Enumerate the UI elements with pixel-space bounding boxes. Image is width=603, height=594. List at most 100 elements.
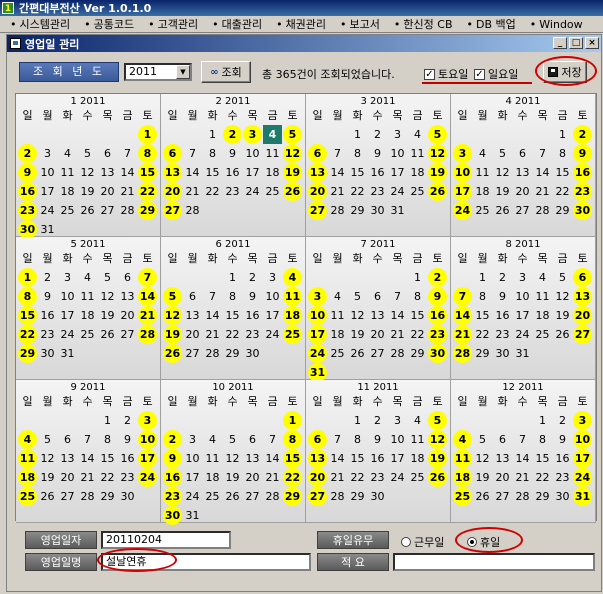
calendar-day[interactable]: 19: [348, 325, 367, 344]
calendar-day[interactable]: 8: [408, 287, 427, 306]
calendar-day[interactable]: 7: [263, 430, 282, 449]
calendar-day[interactable]: 22: [348, 182, 367, 201]
calendar-day[interactable]: 26: [78, 201, 97, 220]
calendar-day[interactable]: 12: [428, 144, 447, 163]
calendar-day[interactable]: 14: [78, 449, 97, 468]
calendar-day[interactable]: 9: [553, 430, 572, 449]
calendar-day[interactable]: 5: [78, 144, 97, 163]
calendar-day[interactable]: 18: [78, 306, 97, 325]
calendar-day[interactable]: 19: [493, 182, 512, 201]
calendar-day[interactable]: 9: [243, 287, 262, 306]
calendar-day[interactable]: 21: [263, 468, 282, 487]
calendar-day[interactable]: 26: [98, 325, 117, 344]
calendar-day[interactable]: 15: [203, 163, 222, 182]
calendar-day[interactable]: 2: [118, 411, 137, 430]
calendar-day[interactable]: 4: [533, 268, 552, 287]
calendar-day[interactable]: 13: [308, 163, 327, 182]
calendar-day[interactable]: 1: [138, 125, 157, 144]
calendar-day[interactable]: 26: [473, 487, 492, 506]
calendar-day[interactable]: 9: [428, 287, 447, 306]
calendar-day[interactable]: 3: [183, 430, 202, 449]
calendar-day[interactable]: 28: [263, 487, 282, 506]
calendar-day[interactable]: 23: [243, 325, 262, 344]
calendar-day[interactable]: 23: [18, 201, 37, 220]
calendar-day[interactable]: 15: [553, 163, 572, 182]
calendar-day[interactable]: 8: [473, 287, 492, 306]
calendar-day[interactable]: 6: [183, 287, 202, 306]
calendar-day[interactable]: 10: [573, 430, 592, 449]
calendar-day[interactable]: 23: [163, 487, 182, 506]
calendar-day[interactable]: 6: [513, 144, 532, 163]
calendar-day[interactable]: 11: [283, 287, 302, 306]
calendar-day[interactable]: 2: [368, 125, 387, 144]
calendar-day[interactable]: 7: [453, 287, 472, 306]
calendar-day[interactable]: 1: [408, 268, 427, 287]
menu-cb[interactable]: 한신정 CB: [388, 16, 461, 32]
calendar-day[interactable]: 19: [553, 306, 572, 325]
calendar-day[interactable]: 22: [553, 182, 572, 201]
calendar-day[interactable]: 29: [473, 344, 492, 363]
calendar-day[interactable]: 8: [223, 287, 242, 306]
dropdown-arrow-icon[interactable]: ▼: [176, 65, 190, 79]
calendar-day[interactable]: 4: [473, 144, 492, 163]
calendar-day[interactable]: 25: [58, 201, 77, 220]
calendar-day[interactable]: 23: [573, 182, 592, 201]
calendar-day[interactable]: 23: [118, 468, 137, 487]
calendar-day[interactable]: 8: [138, 144, 157, 163]
calendar-day[interactable]: 6: [58, 430, 77, 449]
calendar-day[interactable]: 30: [493, 344, 512, 363]
calendar-day[interactable]: 19: [98, 306, 117, 325]
calendar-day[interactable]: 27: [98, 201, 117, 220]
calendar-day[interactable]: 27: [368, 344, 387, 363]
calendar-day[interactable]: 14: [203, 306, 222, 325]
calendar-day[interactable]: 26: [428, 468, 447, 487]
calendar-day[interactable]: 27: [308, 201, 327, 220]
calendar-day[interactable]: 12: [223, 449, 242, 468]
calendar-day[interactable]: 26: [163, 344, 182, 363]
menu-report[interactable]: 보고서: [334, 16, 388, 32]
calendar-day[interactable]: 12: [493, 163, 512, 182]
calendar-day[interactable]: 26: [38, 487, 57, 506]
calendar-day[interactable]: 21: [513, 468, 532, 487]
calendar-day[interactable]: 23: [368, 182, 387, 201]
calendar-day[interactable]: 22: [348, 468, 367, 487]
menu-customer[interactable]: 고객관리: [142, 16, 206, 32]
calendar-day[interactable]: 2: [163, 430, 182, 449]
calendar-day[interactable]: 27: [493, 487, 512, 506]
calendar-day[interactable]: 17: [388, 449, 407, 468]
calendar-day[interactable]: 16: [573, 163, 592, 182]
calendar-day[interactable]: 1: [533, 411, 552, 430]
calendar-day[interactable]: 4: [58, 144, 77, 163]
calendar-day[interactable]: 14: [328, 163, 347, 182]
calendar-day[interactable]: 25: [473, 201, 492, 220]
menu-window[interactable]: Window: [524, 18, 591, 31]
calendar-day[interactable]: 18: [533, 306, 552, 325]
calendar-day[interactable]: 2: [493, 268, 512, 287]
calendar-day[interactable]: 9: [368, 430, 387, 449]
calendar-day[interactable]: 2: [368, 411, 387, 430]
calendar-day[interactable]: 1: [348, 411, 367, 430]
calendar-day[interactable]: 18: [408, 449, 427, 468]
calendar-day[interactable]: 2: [573, 125, 592, 144]
calendar-day[interactable]: 18: [453, 468, 472, 487]
calendar-day[interactable]: 14: [533, 163, 552, 182]
calendar-day[interactable]: 16: [118, 449, 137, 468]
calendar-day[interactable]: 14: [118, 163, 137, 182]
calendar-day[interactable]: 2: [553, 411, 572, 430]
calendar-day[interactable]: 16: [368, 449, 387, 468]
calendar-day[interactable]: 25: [408, 468, 427, 487]
calendar-day[interactable]: 11: [453, 449, 472, 468]
calendar-day[interactable]: 26: [493, 201, 512, 220]
calendar-day[interactable]: 17: [453, 182, 472, 201]
calendar-day[interactable]: 12: [98, 287, 117, 306]
workday-radio[interactable]: 근무일: [401, 534, 444, 550]
calendar-day[interactable]: 20: [573, 306, 592, 325]
calendar-day[interactable]: 11: [533, 287, 552, 306]
calendar-day[interactable]: 5: [493, 144, 512, 163]
calendar-day[interactable]: 25: [408, 182, 427, 201]
calendar-day[interactable]: 25: [328, 344, 347, 363]
calendar-day[interactable]: 22: [138, 182, 157, 201]
calendar-day[interactable]: 9: [368, 144, 387, 163]
calendar-day[interactable]: 29: [18, 344, 37, 363]
calendar-day[interactable]: 16: [18, 182, 37, 201]
